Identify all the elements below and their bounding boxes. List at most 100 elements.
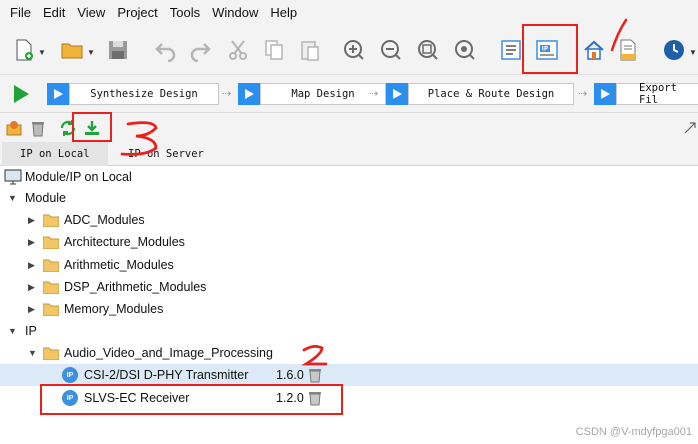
- tree-ip[interactable]: ▼ IP: [0, 320, 698, 342]
- document-icon[interactable]: [614, 36, 642, 64]
- menu-edit[interactable]: Edit: [43, 5, 65, 20]
- tree-node-module[interactable]: ▶ ADC_Modules: [0, 209, 698, 231]
- step-map-label: Map Design: [260, 83, 386, 105]
- ip-item-name: SLVS-EC Receiver: [84, 391, 190, 405]
- play-icon[interactable]: [238, 83, 260, 105]
- sync-icon[interactable]: [58, 118, 78, 138]
- tree-node-module[interactable]: ▶ Memory_Modules: [0, 298, 698, 320]
- tree-node-module[interactable]: ▶ DSP_Arithmetic_Modules: [0, 276, 698, 298]
- menu-project[interactable]: Project: [117, 5, 157, 20]
- monitor-icon: [4, 169, 22, 185]
- paste-icon[interactable]: [296, 36, 324, 64]
- step-place-route[interactable]: Place & Route Design: [386, 83, 574, 105]
- new-file-icon[interactable]: [10, 36, 38, 64]
- folder-icon: [43, 259, 59, 272]
- run-icon[interactable]: [12, 84, 30, 107]
- step-synthesize[interactable]: Synthesize Design: [47, 83, 219, 105]
- zoom-out-icon[interactable]: [377, 36, 405, 64]
- tree-module-label: Module: [25, 191, 66, 205]
- folder-icon: [43, 236, 59, 249]
- tree-node-module[interactable]: ▶ Architecture_Modules: [0, 231, 698, 253]
- flow-bar: Synthesize Design ⇢ Map Design ⇢ Place &…: [0, 74, 698, 112]
- ip-toolbar: [0, 112, 698, 142]
- open-folder-icon[interactable]: [58, 36, 86, 64]
- step-place-route-label: Place & Route Design: [408, 83, 574, 105]
- expand-icon[interactable]: [680, 118, 698, 138]
- menu-bar: File Edit View Project Tools Window Help: [0, 0, 698, 24]
- play-icon[interactable]: [47, 83, 69, 105]
- menu-help[interactable]: Help: [270, 5, 297, 20]
- ip-icon: IP: [62, 367, 78, 383]
- menu-tools[interactable]: Tools: [170, 5, 200, 20]
- chevron-down-icon[interactable]: ▼: [28, 348, 37, 358]
- menu-file[interactable]: File: [10, 5, 31, 20]
- delete-icon[interactable]: [28, 118, 48, 138]
- refresh-catalog-icon[interactable]: [4, 118, 24, 138]
- chevron-right-icon[interactable]: ▶: [28, 260, 35, 271]
- clock-icon[interactable]: [660, 36, 688, 64]
- tab-bar: IP on Local IP on Server: [0, 142, 698, 166]
- tree-node-module[interactable]: ▶ Arithmetic_Modules: [0, 254, 698, 276]
- home-icon[interactable]: [580, 36, 608, 64]
- chevron-down-icon[interactable]: ▼: [8, 326, 17, 336]
- svg-text:IP: IP: [542, 46, 549, 53]
- redo-icon[interactable]: [186, 36, 214, 64]
- play-icon[interactable]: [386, 83, 408, 105]
- chevron-down-icon[interactable]: ▼: [8, 193, 17, 203]
- clock-dropdown-icon[interactable]: ▼: [689, 48, 697, 57]
- chevron-right-icon[interactable]: ▶: [28, 282, 35, 293]
- new-file-dropdown-icon[interactable]: ▼: [38, 48, 46, 57]
- tree-node-label: DSP_Arithmetic_Modules: [64, 280, 207, 294]
- tree-root-label: Module/IP on Local: [25, 170, 132, 184]
- step-export[interactable]: Export Fil: [594, 82, 698, 106]
- arrow-icon: ⇢: [369, 88, 379, 100]
- folder-open-icon: [43, 347, 59, 360]
- ip-icon: IP: [62, 390, 78, 406]
- download-icon[interactable]: [82, 118, 102, 138]
- step-export-label: Export Fil: [616, 82, 698, 106]
- zoom-fit-icon[interactable]: [414, 36, 442, 64]
- ip-item-version: 1.2.0: [276, 391, 304, 405]
- tree-module[interactable]: ▼ Module: [0, 187, 698, 209]
- undo-icon[interactable]: [152, 36, 180, 64]
- main-toolbar: ▼ ▼ IP ▼: [0, 24, 698, 74]
- tree-node-label: ADC_Modules: [64, 213, 145, 227]
- save-icon[interactable]: [104, 36, 132, 64]
- folder-icon: [43, 214, 59, 227]
- cut-icon[interactable]: [224, 36, 252, 64]
- tree-node-label: Memory_Modules: [64, 302, 164, 316]
- ip-item-version: 1.6.0: [276, 368, 304, 382]
- step-synthesize-label: Synthesize Design: [69, 83, 219, 105]
- tree-node-label: Arithmetic_Modules: [64, 258, 174, 272]
- chevron-right-icon[interactable]: ▶: [28, 304, 35, 315]
- watermark: CSDN @V-mdyfpga001: [575, 426, 692, 438]
- step-map[interactable]: Map Design: [238, 83, 386, 105]
- chevron-right-icon[interactable]: ▶: [28, 215, 35, 226]
- folder-icon: [43, 281, 59, 294]
- trash-icon[interactable]: [308, 367, 322, 383]
- ip-item-name: CSI-2/DSI D-PHY Transmitter: [84, 368, 249, 382]
- tree-node-label: Architecture_Modules: [64, 235, 185, 249]
- chevron-right-icon[interactable]: ▶: [28, 237, 35, 248]
- folder-icon: [43, 303, 59, 316]
- tree-node-ip-group[interactable]: ▼ Audio_Video_and_Image_Processing: [0, 342, 698, 364]
- ip-item-slvs-ec[interactable]: IP SLVS-EC Receiver 1.2.0: [0, 387, 698, 409]
- report-icon[interactable]: [497, 36, 525, 64]
- tree-root[interactable]: Module/IP on Local: [0, 166, 698, 188]
- arrow-icon: ⇢: [222, 88, 232, 100]
- copy-icon[interactable]: [260, 36, 288, 64]
- zoom-in-icon[interactable]: [340, 36, 368, 64]
- tree-node-label: Audio_Video_and_Image_Processing: [64, 346, 273, 360]
- tab-ip-on-local[interactable]: IP on Local: [2, 142, 108, 166]
- play-icon[interactable]: [594, 83, 616, 105]
- tab-ip-on-server[interactable]: IP on Server: [110, 142, 222, 166]
- menu-view[interactable]: View: [77, 5, 105, 20]
- arrow-icon: ⇢: [578, 88, 588, 100]
- ip-catalog-icon[interactable]: IP: [533, 36, 561, 64]
- open-dropdown-icon[interactable]: ▼: [87, 48, 95, 57]
- trash-icon[interactable]: [308, 390, 322, 406]
- tree-ip-label: IP: [25, 324, 37, 338]
- zoom-reset-icon[interactable]: [451, 36, 479, 64]
- ip-item-csi2-dphy[interactable]: IP CSI-2/DSI D-PHY Transmitter 1.6.0: [0, 364, 698, 386]
- menu-window[interactable]: Window: [212, 5, 258, 20]
